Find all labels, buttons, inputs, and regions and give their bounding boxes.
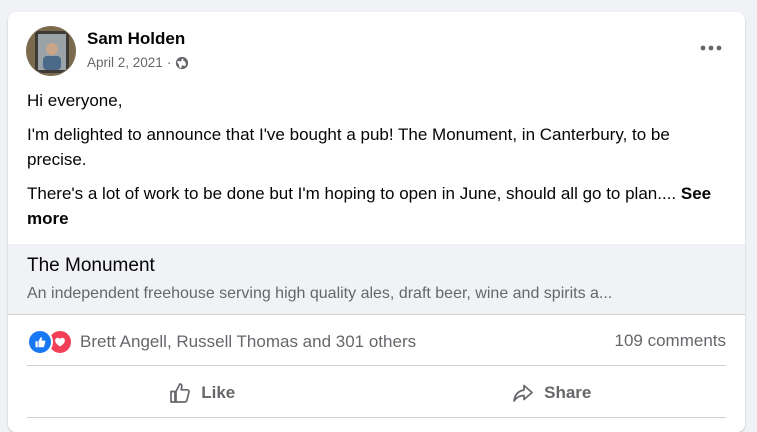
more-options-icon[interactable] <box>693 34 729 62</box>
divider <box>27 365 726 366</box>
avatar[interactable] <box>26 26 76 76</box>
post-body: Hi everyone, I'm delighted to announce t… <box>27 88 727 240</box>
link-preview-title: The Monument <box>27 255 155 276</box>
share-icon <box>513 384 533 402</box>
post-paragraph-text: There's a lot of work to be done but I'm… <box>27 184 677 203</box>
divider <box>27 417 726 418</box>
meta-separator: · <box>166 55 172 70</box>
post-paragraph: There's a lot of work to be done but I'm… <box>27 181 727 231</box>
link-preview[interactable]: The Monument An independent freehouse se… <box>8 244 745 315</box>
post-paragraph: Hi everyone, <box>27 91 123 110</box>
reaction-icons[interactable] <box>27 329 75 355</box>
post-date[interactable]: April 2, 2021 <box>87 55 163 70</box>
link-preview-description: An independent freehouse serving high qu… <box>27 285 613 302</box>
action-bar: Like Share <box>27 370 726 416</box>
avatar-image <box>27 27 75 75</box>
comments-count[interactable]: 109 comments <box>615 331 727 351</box>
post-meta: April 2, 2021 · <box>87 55 189 70</box>
engagement-bar: Brett Angell, Russell Thomas and 301 oth… <box>27 326 726 356</box>
like-button[interactable]: Like <box>27 370 377 416</box>
post-header: Sam Holden April 2, 2021 · <box>8 12 745 82</box>
like-label: Like <box>201 383 236 402</box>
post-paragraph: I'm delighted to announce that I've boug… <box>27 125 670 169</box>
author-name[interactable]: Sam Holden <box>87 29 185 49</box>
share-button[interactable]: Share <box>377 370 727 416</box>
post-card: Sam Holden April 2, 2021 · Hi everyone, … <box>8 12 745 432</box>
globe-icon[interactable] <box>175 56 189 70</box>
thumbs-up-icon <box>170 383 191 403</box>
share-label: Share <box>544 383 592 402</box>
reactors-summary[interactable]: Brett Angell, Russell Thomas and 301 oth… <box>80 332 416 352</box>
like-reaction-icon <box>27 329 53 355</box>
